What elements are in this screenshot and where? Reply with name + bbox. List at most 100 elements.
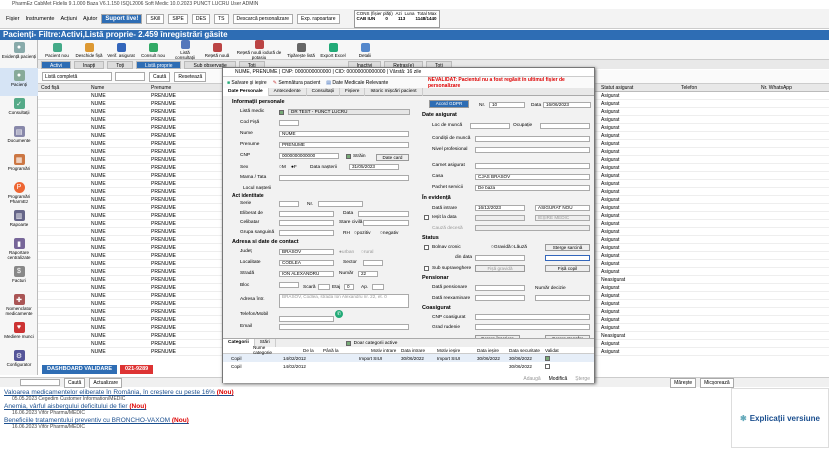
doc-nr-field[interactable] [318,201,363,207]
tab-istoric[interactable]: Istoric mișcări pacient [365,87,423,96]
phone-button[interactable]: 021-9289 [119,365,154,374]
blood-group-select[interactable] [279,230,334,236]
gdpr-date-field[interactable]: 16/06/2023 [543,102,591,108]
sidebar-item-facturi[interactable]: $ Facturi [0,264,38,292]
medical-data-button[interactable]: ▤ Date Medicale Relevante [326,80,388,86]
new-consult-button[interactable]: Consult nou [138,42,168,58]
new-prescription-button[interactable]: Rețetă nouă [202,42,232,58]
version-notes-button[interactable]: ✱ Explicații versiune [731,388,829,448]
sidebar-item-mediere[interactable]: ♥ Mediere munci [0,320,38,348]
decision-nr-field[interactable] [535,295,590,301]
rural-radio[interactable]: ○rural [361,250,374,255]
gdpr-button[interactable]: Acord GDPR [429,100,469,108]
floor-field[interactable]: 0 [344,284,354,290]
stair-field[interactable] [318,284,330,290]
support-live-button[interactable]: Suport live! [101,13,143,24]
enlarge-button[interactable]: Mărește [670,377,697,388]
news-title[interactable]: Anemia, vârful aisbergului deficitului d… [4,403,723,410]
pregnant-radio[interactable]: ○Gravidă [491,245,511,250]
open-file-button[interactable]: Deschide fișă [74,42,104,58]
skill-button[interactable]: SKill [146,13,165,24]
ts-button[interactable]: TS [214,13,229,24]
delete-category-button[interactable]: Șterge [575,376,590,382]
email-field[interactable] [279,324,409,330]
occupation-field[interactable] [540,123,590,129]
validated-checkbox[interactable] [545,363,550,369]
sidebar-item-pacienti[interactable]: ● Pacienți [0,68,38,96]
workplace-field[interactable] [470,123,510,129]
civil-status-select[interactable] [363,220,409,226]
sector-field[interactable] [363,260,383,266]
menu-ajutor[interactable]: Ajutor [83,16,97,22]
strain-checkbox[interactable] [346,154,351,159]
serie-field[interactable] [279,201,299,207]
export-report-button[interactable]: Exp. rapoartare [297,13,340,24]
whatsapp-icon[interactable]: ✆ [335,310,343,318]
death-cause-field[interactable] [475,225,590,231]
service-package-select[interactable]: De baza [475,185,590,191]
shrink-button[interactable]: Micșorează [700,377,734,388]
exit-reason-select[interactable]: IEȘIRE MEDIC [535,215,590,221]
phone-field[interactable] [279,316,334,322]
full-address-field[interactable]: BRASOV, Codlea, strada Ion Alexandru nr.… [279,294,409,308]
sidebar-item-programari-pharmez[interactable]: P Programări PharmEz [0,180,38,208]
chronic-checkbox[interactable] [424,245,429,250]
eliberat-field[interactable] [279,211,334,217]
sidebar-item-configurator[interactable]: ⚙ Configurator [0,348,38,376]
sipe-button[interactable]: SIPE [168,13,188,24]
active-only-checkbox[interactable] [345,340,351,346]
number-field[interactable]: 22 [358,271,378,277]
celibatar-select[interactable] [279,220,334,226]
sidebar-item-rapoarte[interactable]: ▥ Rapoarte [0,208,38,236]
exit-checkbox[interactable] [424,215,429,220]
birth-date-field[interactable]: 31/05/2023 [349,164,399,170]
localitate-select[interactable]: CODLEA [279,260,334,266]
kinship-select[interactable] [475,324,590,330]
col-telefon[interactable]: Telefon [678,85,758,91]
reexam-date-field[interactable] [475,295,525,301]
tab-antecedente[interactable]: Antecedente [269,87,307,96]
category-row[interactable]: Copil 14/02/2012 Import SIUI 30/06/2022 … [223,354,594,362]
pregnancy-select[interactable] [545,255,590,261]
sidebar-item-documente[interactable]: ▤ Documente [0,124,38,152]
col-cod-fisa[interactable]: Cod fișă [38,85,88,91]
search-button[interactable]: Caută [149,71,171,82]
entry-reason-select[interactable]: ASIGURAT NOU [535,205,590,211]
print-list-button[interactable]: Tipărește listă [286,42,316,58]
tab-date-personale[interactable]: Date Personale [223,87,269,96]
coinsured-cnp-field[interactable] [475,314,590,320]
list-select[interactable]: Listă completă [42,72,112,81]
reset-button[interactable]: Resetează [174,71,207,82]
rh-positive-radio[interactable]: ○pozitiv [354,231,371,236]
cnp-field[interactable]: 0000000000000 [279,153,339,159]
sidebar-item-programari[interactable]: ▦ Programări [0,152,38,180]
category-row[interactable]: Copil 14/02/2012 30/06/2022 [223,362,594,370]
apartment-field[interactable] [372,284,384,290]
news-title[interactable]: Beneficiile tratamentului preventiv cu B… [4,417,723,424]
news-search-input[interactable] [20,379,60,386]
street-field[interactable]: ION ALEXANDRU [279,271,334,277]
save-exit-button[interactable]: ■ Salvare și ieșire [227,80,267,86]
export-excel-button[interactable]: Export Excel [318,42,348,58]
parents-field[interactable] [279,175,409,181]
sidebar-item-nomenclator[interactable]: ✚ Nomenclator medicamente [0,292,38,320]
add-category-button[interactable]: Adaugă [523,376,540,382]
tab-fisiere[interactable]: Fișiere [340,87,366,96]
nume-field[interactable]: NUME [279,131,409,137]
menu-fisier[interactable]: Fișier [6,16,19,22]
issue-date-field[interactable] [358,211,409,217]
supervision-checkbox[interactable] [424,266,429,271]
tab-activi[interactable]: Activi [41,60,71,69]
menu-instrumente[interactable]: Instrumente [25,16,54,22]
new-iodide-prescription-button[interactable]: Rețetă nouă iodură de potasiu [234,39,284,60]
validated-checkbox[interactable] [545,355,550,361]
news-title[interactable]: Valoarea medicamentelor eliberate în Rom… [4,389,723,396]
download-personalize-button[interactable]: Descarcă personalizare [232,13,294,24]
entry-date-field[interactable]: 16/12/2023 [475,205,525,211]
tab-toti[interactable]: Toți [107,60,133,69]
news-search-button[interactable]: Caută [64,377,86,388]
urban-radio[interactable]: ●urban [339,250,354,255]
block-field[interactable] [279,282,299,288]
tab-consultatii[interactable]: Consultații [307,87,341,96]
sidebar-item-evidenta[interactable]: ● Evidență pacienți [0,40,38,68]
